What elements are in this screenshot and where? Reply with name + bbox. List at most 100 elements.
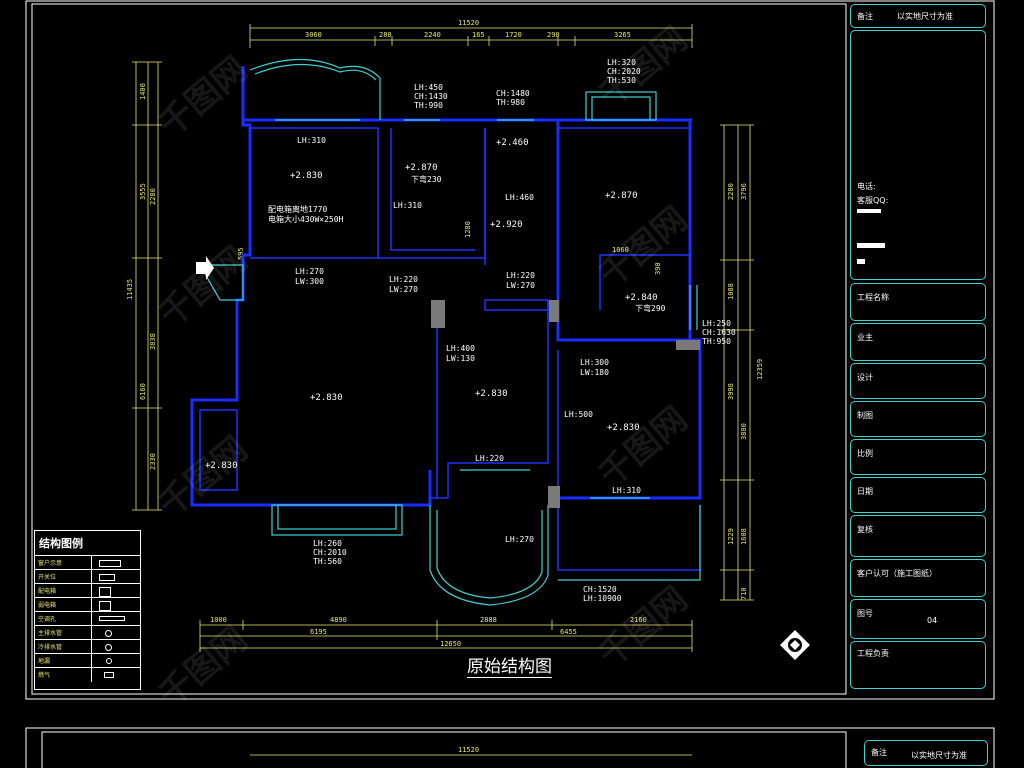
svg-text:6455: 6455	[560, 628, 577, 636]
left-dimension-chain: 11435 1400 3555 6160 2280 3838 2330 595	[126, 61, 245, 511]
svg-text:1608: 1608	[740, 528, 748, 545]
svg-text:TH:530: TH:530	[607, 76, 636, 85]
svg-text:3555: 3555	[139, 183, 147, 200]
right-dimension-chain: 2280 3796 1088 3998 3880 1229 1608 710 1…	[720, 124, 764, 601]
svg-text:1229: 1229	[727, 528, 735, 545]
svg-text:CH:1520: CH:1520	[583, 585, 617, 594]
svg-text:LH:250: LH:250	[702, 319, 731, 328]
svg-text:TH:990: TH:990	[414, 101, 443, 110]
svg-text:3838: 3838	[149, 333, 157, 350]
svg-text:LH:320: LH:320	[607, 58, 636, 67]
svg-text:LH:270: LH:270	[295, 267, 324, 276]
legend-row: 空调孔	[35, 611, 140, 626]
svg-text:+2.830: +2.830	[205, 461, 238, 471]
legend-row: 冷排水管	[35, 639, 140, 654]
svg-text:LH:460: LH:460	[505, 193, 534, 202]
svg-text:LH:310: LH:310	[612, 486, 641, 495]
lower-total-width: 11520	[458, 746, 479, 754]
svg-text:2888: 2888	[480, 616, 497, 624]
title-block-project-lead: 工程负责	[850, 641, 986, 689]
drawing-number: 04	[927, 616, 938, 625]
svg-text:2280: 2280	[149, 188, 157, 205]
title-block-owner: 业主	[850, 323, 986, 361]
title-block-date: 日期	[850, 477, 986, 513]
title-block-project-name: 工程名称	[850, 283, 986, 321]
svg-text:CH:1430: CH:1430	[414, 92, 448, 101]
right-total: 12359	[756, 359, 764, 380]
svg-text:3880: 3880	[740, 423, 748, 440]
annotations: LH:450 CH:1430 TH:990 CH:1480 TH:980 LH:…	[205, 58, 736, 603]
svg-text:LH:310: LH:310	[297, 136, 326, 145]
svg-text:1720: 1720	[505, 31, 522, 39]
svg-text:1400: 1400	[139, 83, 147, 100]
svg-text:710: 710	[740, 587, 748, 600]
svg-text:280: 280	[379, 31, 392, 39]
svg-text:LW:270: LW:270	[506, 281, 535, 290]
svg-text:+2.830: +2.830	[310, 393, 343, 403]
svg-text:LW:180: LW:180	[580, 368, 609, 377]
svg-text:2280: 2280	[727, 183, 735, 200]
svg-text:+2.830: +2.830	[475, 389, 508, 399]
legend-row: 地漏	[35, 653, 140, 668]
title-block-drawing-no: 图号 04	[850, 599, 986, 639]
svg-text:电箱大小430W×250H: 电箱大小430W×250H	[268, 214, 344, 224]
svg-text:290: 290	[547, 31, 560, 39]
title-block-note: 备注 以实地尺寸为准	[850, 4, 986, 28]
svg-text:1060: 1060	[612, 246, 629, 254]
entrance-arrow-icon	[196, 256, 214, 280]
svg-text:+2.870: +2.870	[605, 191, 638, 201]
svg-text:LH:500: LH:500	[564, 410, 593, 419]
svg-text:LH:220: LH:220	[389, 275, 418, 284]
bottom-dimension-chain: 1000 4890 2888 2160 6195 6455 12650	[199, 616, 693, 652]
svg-text:1088: 1088	[727, 283, 735, 300]
svg-text:LW:270: LW:270	[389, 285, 418, 294]
svg-text:6160: 6160	[139, 383, 147, 400]
legend-row: 弱电箱	[35, 597, 140, 612]
svg-text:2330: 2330	[149, 453, 157, 470]
svg-text:CH:1480: CH:1480	[496, 89, 530, 98]
svg-text:TH:560: TH:560	[313, 557, 342, 566]
title-block-client-approval: 客户认可（施工图纸）	[850, 559, 986, 597]
svg-text:LH:220: LH:220	[506, 271, 535, 280]
svg-text:1280: 1280	[464, 221, 472, 238]
svg-text:CH:1630: CH:1630	[702, 328, 736, 337]
top-dimension-chain: 11520 3060 280 2240 165 1720 290 3265	[249, 19, 693, 48]
svg-text:TH:950: TH:950	[702, 337, 731, 346]
svg-text:3265: 3265	[614, 31, 631, 39]
title-block-company: 电话: 客服QQ:	[850, 30, 986, 280]
title-block-review: 复核	[850, 515, 986, 557]
lower-sheet-outer	[25, 727, 995, 768]
svg-text:1000: 1000	[210, 616, 227, 624]
svg-text:配电箱离地1770: 配电箱离地1770	[268, 204, 327, 214]
total-width-bottom: 12650	[440, 640, 461, 648]
svg-text:CH:2010: CH:2010	[313, 548, 347, 557]
svg-text:2160: 2160	[630, 616, 647, 624]
svg-text:下弯230: 下弯230	[411, 174, 442, 184]
title-block-drafting: 制图	[850, 401, 986, 437]
title-block-scale: 比例	[850, 439, 986, 475]
svg-text:2240: 2240	[424, 31, 441, 39]
svg-text:4890: 4890	[330, 616, 347, 624]
total-width-top: 11520	[458, 19, 479, 27]
drawing-title: 原始结构图	[467, 652, 552, 678]
windows	[198, 58, 701, 606]
svg-text:LH:300: LH:300	[580, 358, 609, 367]
svg-text:3998: 3998	[727, 383, 735, 400]
legend-title: 结构图例	[39, 537, 83, 550]
legend-row: 主排水管	[35, 625, 140, 640]
svg-text:CH:2020: CH:2020	[607, 67, 641, 76]
svg-text:LH:270: LH:270	[505, 535, 534, 544]
lower-title-block-note: 备注 以实地尺寸为准	[864, 740, 988, 766]
svg-text:LH:400: LH:400	[446, 344, 475, 353]
legend-row: 窗户示意	[35, 555, 140, 570]
svg-text:TH:980: TH:980	[496, 98, 525, 107]
legend-row: 配电箱	[35, 583, 140, 598]
columns	[431, 300, 700, 508]
svg-text:165: 165	[472, 31, 485, 39]
left-total: 11435	[126, 279, 134, 300]
structure-legend: 结构图例 窗户示意 开关位 配电箱 弱电箱 空调孔 主排水管 冷排水管 地漏 燃…	[34, 530, 141, 690]
svg-text:LH:450: LH:450	[414, 83, 443, 92]
svg-text:+2.920: +2.920	[490, 220, 523, 230]
svg-text:390: 390	[654, 262, 662, 275]
svg-text:LW:300: LW:300	[295, 277, 324, 286]
